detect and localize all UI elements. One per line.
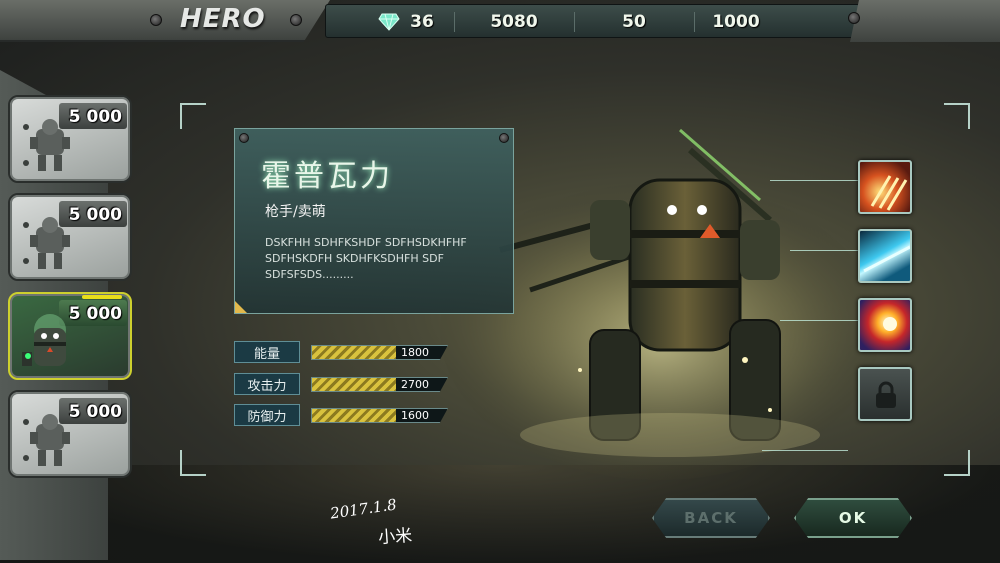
frame-corner [944,450,970,476]
hero-info-panel: 霍普瓦力 枪手/卖萌 DSKFHH SDHFKSHDF SDFHSDKHFHF … [234,128,514,314]
fire-claw-icon [870,175,908,211]
bolt-icon [290,14,302,26]
skill-slot-1[interactable] [858,160,912,214]
skill-connector [780,320,858,321]
stat-value: 1800 [401,346,429,359]
bolt-icon [150,14,162,26]
ice-slash-icon [863,245,910,273]
diamond-icon [378,13,400,31]
hero-price: 5 000 [68,205,122,225]
stat-fill [312,409,396,422]
header-plate [0,0,330,42]
stat-attack: 攻击力 2700 [234,373,454,395]
hero-card[interactable]: 5 000 [8,95,132,183]
bolt-icon [239,133,249,143]
stat-fill [312,378,396,391]
bolt-icon [499,133,509,143]
fireball-icon [883,317,897,331]
skill-slot-locked[interactable] [858,367,912,421]
header-plate-right [850,0,1000,42]
energy-count: 50 [622,12,646,32]
hero-name: 霍普瓦力 [261,159,393,194]
ok-button[interactable]: OK [794,498,912,538]
frame-corner [180,450,206,476]
skill-slot-2[interactable] [858,229,912,283]
page-title: HERO [180,4,266,34]
stat-value: 1600 [401,409,429,422]
stat-energy: 能量 1800 [234,341,454,363]
hero-card[interactable]: 5 000 [8,193,132,281]
hero-card[interactable]: 5 000 [8,390,132,478]
stat-defense: 防御力 1600 [234,404,454,426]
back-button[interactable]: BACK [652,498,770,538]
stat-value: 2700 [401,378,429,391]
frame-corner [180,103,206,129]
stat-label: 防御力 [234,404,300,426]
skill-connector [790,250,858,251]
stat-label: 能量 [234,341,300,363]
hero-price: 5 000 [68,304,122,324]
resource-energy: 50 [584,5,684,39]
hero-card-selected[interactable]: 5 000 [8,292,132,380]
stat-fill [312,346,396,359]
hero-description: DSKFHH SDHFKSHDF SDFHSDKHFHF SDFHSKDFH S… [265,236,467,281]
hero-role: 枪手/卖萌 [265,204,326,220]
skill-connector [770,180,858,181]
stat-label: 攻击力 [234,373,300,395]
stat-bar: 2700 [311,377,448,392]
stat-bar: 1600 [311,408,448,423]
gold-count: 5080 [490,12,538,32]
panel-corner-marker [235,301,247,313]
bolt-icon [848,12,860,24]
frame-corner [944,103,970,129]
resource-bar: 36 5080 50 1000 [325,4,860,38]
skill-slot-3[interactable] [858,298,912,352]
lock-icon [876,381,896,408]
points-count: 1000 [712,12,760,32]
hero-price: 5 000 [68,402,122,422]
resource-points: 1000 [686,5,786,39]
skill-connector [762,450,848,451]
resource-gems: 36 [366,5,446,39]
gem-count: 36 [410,12,434,32]
selected-indicator [82,295,122,299]
stat-bar: 1800 [311,345,448,360]
signature-name: 小米 [377,525,413,549]
resource-gold: 5080 [464,5,564,39]
hero-price: 5 000 [68,107,122,127]
